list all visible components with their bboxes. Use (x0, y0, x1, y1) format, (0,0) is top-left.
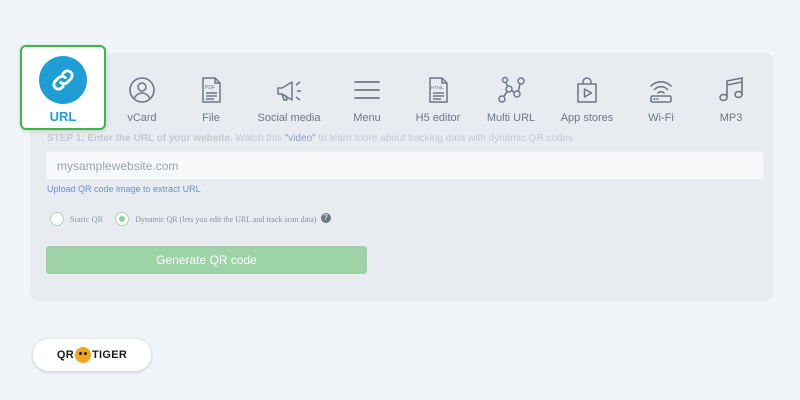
wifi-router-icon (646, 75, 676, 105)
network-icon (496, 75, 526, 105)
step-suffix-text: to learn more about tracking data with d… (318, 133, 574, 144)
qr-type-options: Static QR Dynamic QR (lets you edit the … (50, 211, 331, 227)
tab-label: File (202, 112, 220, 124)
tab-multi-url[interactable]: Multi URL (467, 45, 555, 130)
pdf-file-icon: PDF (196, 75, 226, 105)
step-instruction: STEP 1: Enter the URL of your website. W… (47, 133, 573, 144)
tab-mp3[interactable]: MP3 (687, 45, 775, 130)
tab-label: Social media (257, 112, 321, 124)
tiger-face-icon (74, 347, 91, 363)
html-file-icon: HTML (423, 75, 453, 105)
video-link[interactable]: "video" (285, 133, 316, 144)
generate-qr-button[interactable]: Generate QR code (46, 246, 367, 274)
tab-social-media[interactable]: Social media (245, 45, 333, 130)
help-icon[interactable]: ? (320, 213, 331, 223)
step-watch-text: Watch this (235, 133, 282, 144)
qr-type-tabs: URL vCard PDF File Social media Menu HTM… (20, 45, 780, 130)
tab-label: MP3 (719, 112, 743, 124)
user-circle-icon (127, 75, 157, 105)
svg-text:PDF: PDF (205, 85, 215, 91)
music-note-icon (716, 75, 746, 105)
upload-qr-link[interactable]: Upload QR code image to extract URL (47, 184, 201, 194)
dynamic-qr-label: Dynamic QR (lets you edit the URL and tr… (135, 214, 317, 224)
step-title: STEP 1: Enter the URL of your website. (47, 133, 233, 144)
shopping-bag-icon (572, 75, 602, 105)
brand-right: TIGER (91, 349, 128, 361)
static-qr-label: Static QR (70, 214, 104, 224)
tab-label: URL (49, 109, 77, 124)
qrtiger-logo: QR TIGER (33, 339, 151, 371)
brand-left: QR (56, 349, 74, 361)
url-input[interactable] (46, 151, 764, 180)
static-qr-radio[interactable] (50, 212, 64, 226)
svg-text:HTML: HTML (431, 85, 444, 90)
tab-label: Multi URL (486, 112, 536, 124)
tab-url[interactable]: URL (20, 45, 106, 130)
menu-icon (352, 75, 382, 105)
link-icon (39, 56, 87, 104)
tab-file[interactable]: PDF File (167, 45, 255, 130)
dynamic-qr-radio[interactable] (115, 212, 130, 226)
megaphone-icon (274, 75, 304, 105)
